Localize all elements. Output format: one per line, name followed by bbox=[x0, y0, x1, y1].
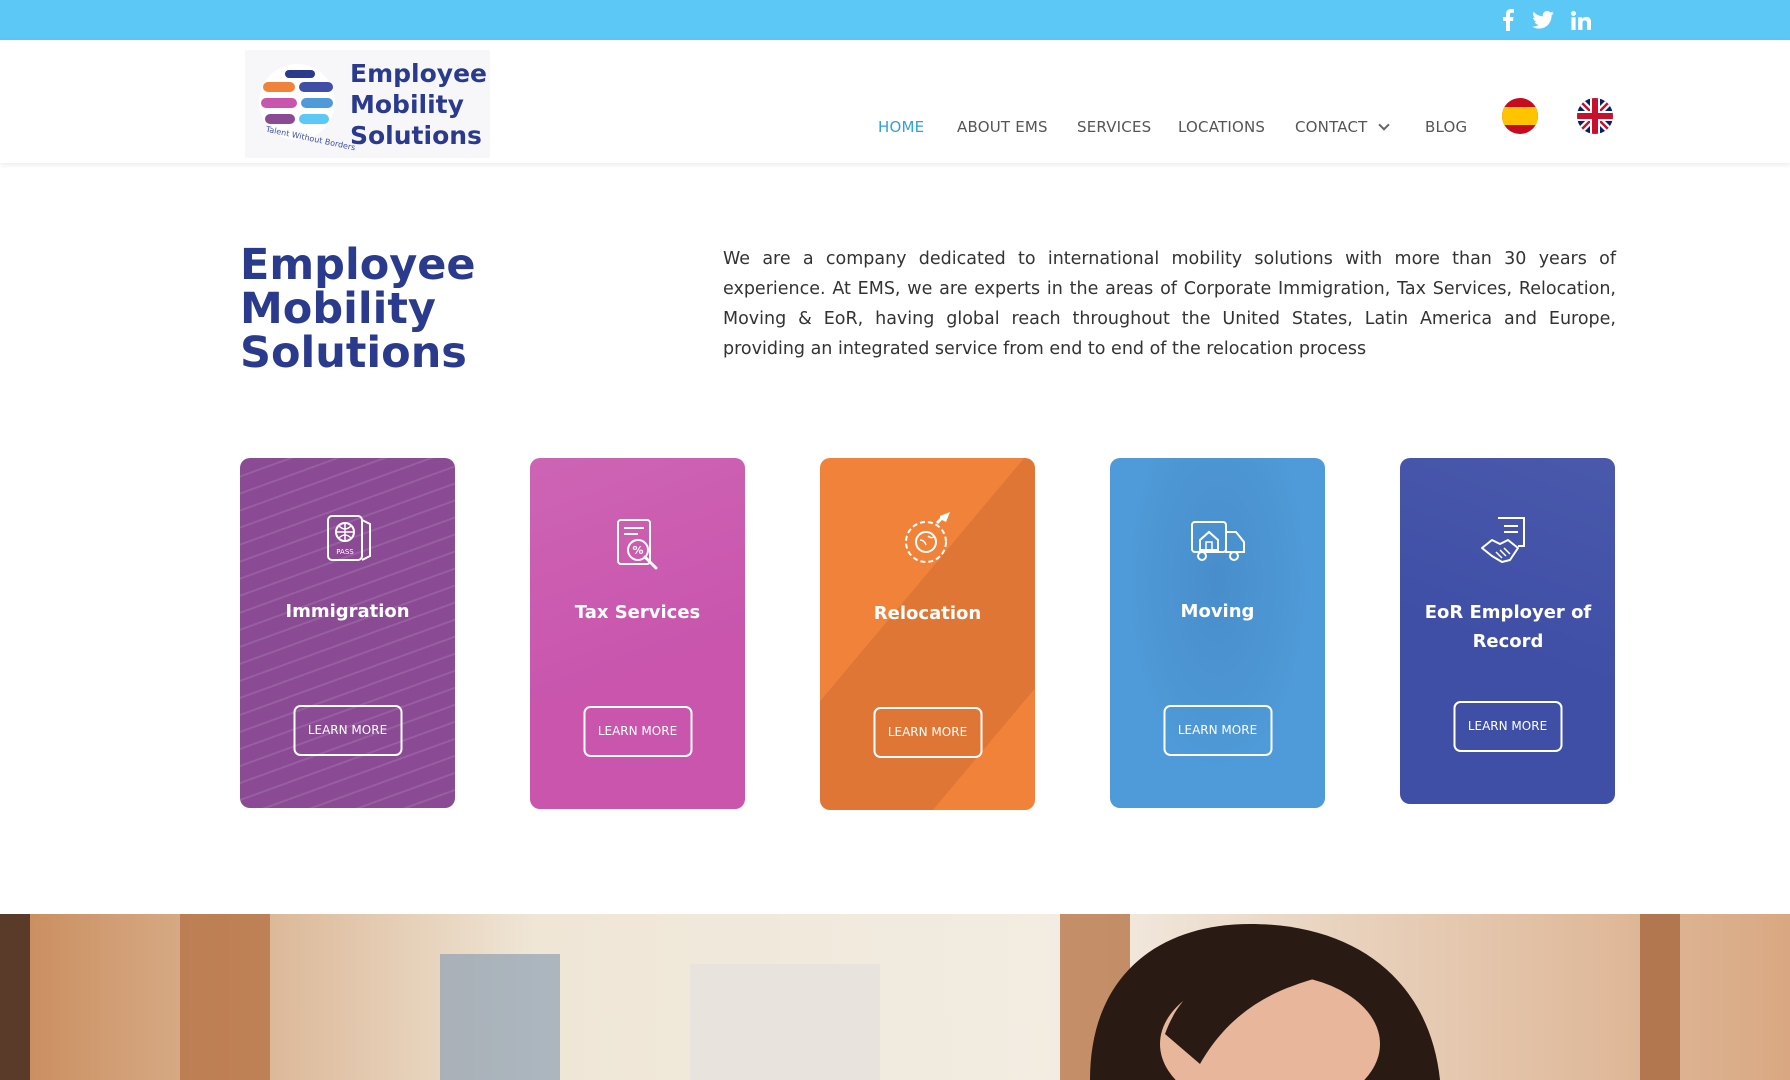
page-title: Employee Mobility Solutions bbox=[240, 243, 476, 375]
card-title: Immigration bbox=[285, 601, 410, 622]
learn-more-button[interactable]: LEARN MORE bbox=[583, 706, 692, 757]
title-line-3: Solutions bbox=[240, 328, 467, 378]
logo-line-1: Employee bbox=[350, 59, 487, 88]
learn-more-button[interactable]: LEARN MORE bbox=[1163, 705, 1272, 756]
nav-about-ems[interactable]: ABOUT EMS bbox=[957, 118, 1048, 136]
nav-locations[interactable]: LOCATIONS bbox=[1178, 118, 1265, 136]
nav-blog[interactable]: BLOG bbox=[1425, 118, 1467, 136]
nav-contact[interactable]: CONTACT bbox=[1295, 118, 1390, 136]
site-logo[interactable]: Employee Mobility Solutions Talent Witho… bbox=[245, 50, 490, 158]
logo-line-2: Mobility bbox=[350, 90, 464, 119]
learn-more-button[interactable]: LEARN MORE bbox=[293, 705, 402, 756]
service-card-immigration: PASS Immigration LEARN MORE bbox=[240, 458, 455, 808]
passport-icon: PASS bbox=[326, 515, 371, 561]
card-title: Tax Services bbox=[574, 602, 701, 623]
facebook-icon[interactable] bbox=[1496, 6, 1520, 34]
service-card-tax-services: % Tax Services LEARN MORE bbox=[530, 458, 745, 809]
linkedin-icon[interactable] bbox=[1568, 6, 1594, 34]
service-card-moving: Moving LEARN MORE bbox=[1110, 458, 1325, 808]
nav-services[interactable]: SERVICES bbox=[1077, 118, 1151, 136]
uk-flag-icon[interactable] bbox=[1577, 98, 1613, 134]
globe-plane-icon bbox=[904, 512, 950, 563]
card-title: Relocation bbox=[873, 603, 982, 624]
card-title: EoR Employer of Record bbox=[1424, 602, 1592, 652]
intro-paragraph: We are a company dedicated to internatio… bbox=[723, 249, 1616, 359]
logo-line-3: Solutions bbox=[350, 121, 482, 150]
title-line-1: Employee bbox=[240, 240, 476, 290]
spain-flag-icon[interactable] bbox=[1502, 98, 1538, 134]
svg-text:PASS: PASS bbox=[336, 548, 354, 556]
nav-home[interactable]: HOME bbox=[878, 118, 924, 136]
twitter-icon[interactable] bbox=[1530, 6, 1556, 34]
moving-truck-icon bbox=[1190, 521, 1245, 561]
svg-text:%: % bbox=[632, 544, 643, 557]
service-card-eor: EoR Employer of Record LEARN MORE bbox=[1400, 458, 1615, 804]
chevron-down-icon bbox=[1377, 119, 1390, 131]
card-title: Moving bbox=[1180, 601, 1255, 622]
title-line-2: Mobility bbox=[240, 284, 436, 334]
top-social-bar bbox=[0, 0, 1790, 40]
learn-more-button[interactable]: LEARN MORE bbox=[1453, 701, 1562, 752]
logo-wordmark: Employee Mobility Solutions bbox=[350, 58, 487, 151]
learn-more-button[interactable]: LEARN MORE bbox=[873, 707, 982, 758]
hero-photo bbox=[0, 914, 1790, 1080]
tax-document-icon: % bbox=[616, 519, 657, 570]
hero-image bbox=[0, 914, 1790, 1080]
service-card-relocation: Relocation LEARN MORE bbox=[820, 458, 1035, 810]
handshake-contract-icon bbox=[1480, 517, 1525, 563]
nav-contact-label: CONTACT bbox=[1295, 118, 1368, 136]
